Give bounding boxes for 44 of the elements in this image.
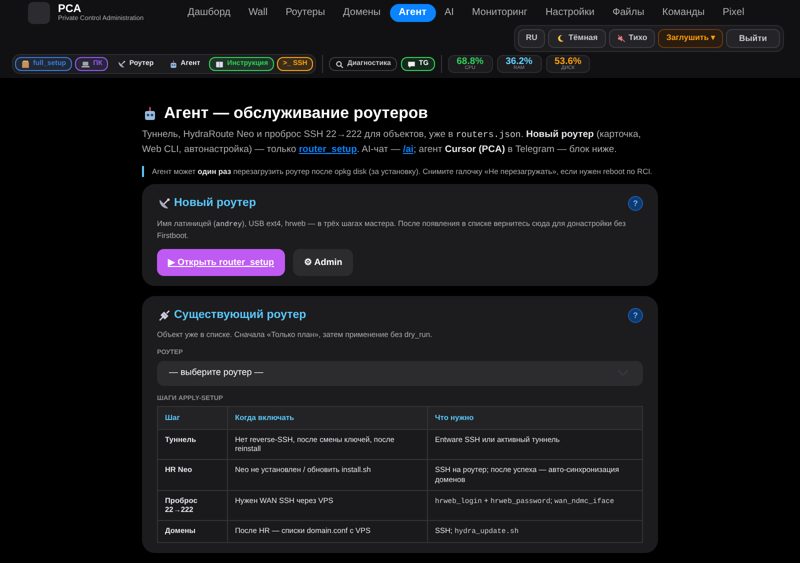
nav-tab[interactable]: Дашборд xyxy=(178,4,240,22)
quiet-button[interactable]: Тихо xyxy=(608,29,656,48)
help-button[interactable]: ? xyxy=(628,196,643,212)
nav-tab[interactable]: Настройки xyxy=(536,4,604,22)
open-router-setup-button[interactable]: ▶ Открыть router_setup xyxy=(157,248,286,276)
stat-value: 36.2% xyxy=(506,56,532,66)
moon-icon xyxy=(556,34,566,43)
stat-value: 53.6% xyxy=(554,56,582,66)
plug-icon xyxy=(157,308,171,323)
router-select[interactable]: — выберите роутер — xyxy=(157,360,643,386)
stat-value: 68.8% xyxy=(456,56,484,66)
logo-icon xyxy=(28,2,50,24)
help-button[interactable]: ? xyxy=(628,308,643,324)
satellite-dish-icon xyxy=(117,60,126,68)
card-title: Существующий роутер xyxy=(174,308,306,324)
language-button[interactable]: RU xyxy=(518,29,546,48)
admin-button[interactable]: ⚙ Admin xyxy=(293,248,354,276)
nav-tab[interactable]: Pixel xyxy=(714,4,754,22)
nav-tab[interactable]: Агент xyxy=(390,4,436,22)
speech-bubble-icon xyxy=(406,60,416,68)
box-icon xyxy=(21,60,30,68)
mute-dropdown-button[interactable]: Заглушить ▾ xyxy=(658,29,723,48)
logout-button[interactable]: Выйти xyxy=(726,29,780,48)
robot-icon xyxy=(168,60,178,68)
satellite-dish-icon xyxy=(157,196,171,211)
nav-tab[interactable]: Домены xyxy=(334,4,390,22)
laptop-icon xyxy=(81,60,90,68)
robot-icon xyxy=(142,106,158,122)
nav-tab[interactable]: Роутеры xyxy=(276,4,334,22)
search-icon xyxy=(335,60,344,68)
book-icon xyxy=(215,60,224,68)
inline-link[interactable]: /ai xyxy=(402,144,414,156)
nav-tab[interactable]: Файлы xyxy=(603,4,654,22)
page-title: Агент — обслуживание роутеров xyxy=(164,104,428,124)
nav-tab[interactable]: Мониторинг xyxy=(462,4,536,22)
nav-tab[interactable]: Wall xyxy=(239,4,277,22)
theme-button[interactable]: Тёмная xyxy=(548,29,606,48)
inline-link[interactable]: router_setup xyxy=(298,144,357,156)
muted-speaker-icon xyxy=(616,34,626,43)
nav-tab[interactable]: Команды xyxy=(653,4,714,22)
card-title: Новый роутер xyxy=(174,196,256,212)
intro-text: Туннель, HydraRoute Neo и проброс SSH 22→222 для объектов, уже в routers.json. Новый роутер (карточка, Web CLI, автонастройка) — только router_setup. AI-чат — /ai; агент Cursor (PCA) в Telegram — блок ниже. xyxy=(142,128,642,158)
nav-tab[interactable]: AI xyxy=(436,4,463,22)
brand-title: PCA xyxy=(58,4,82,15)
